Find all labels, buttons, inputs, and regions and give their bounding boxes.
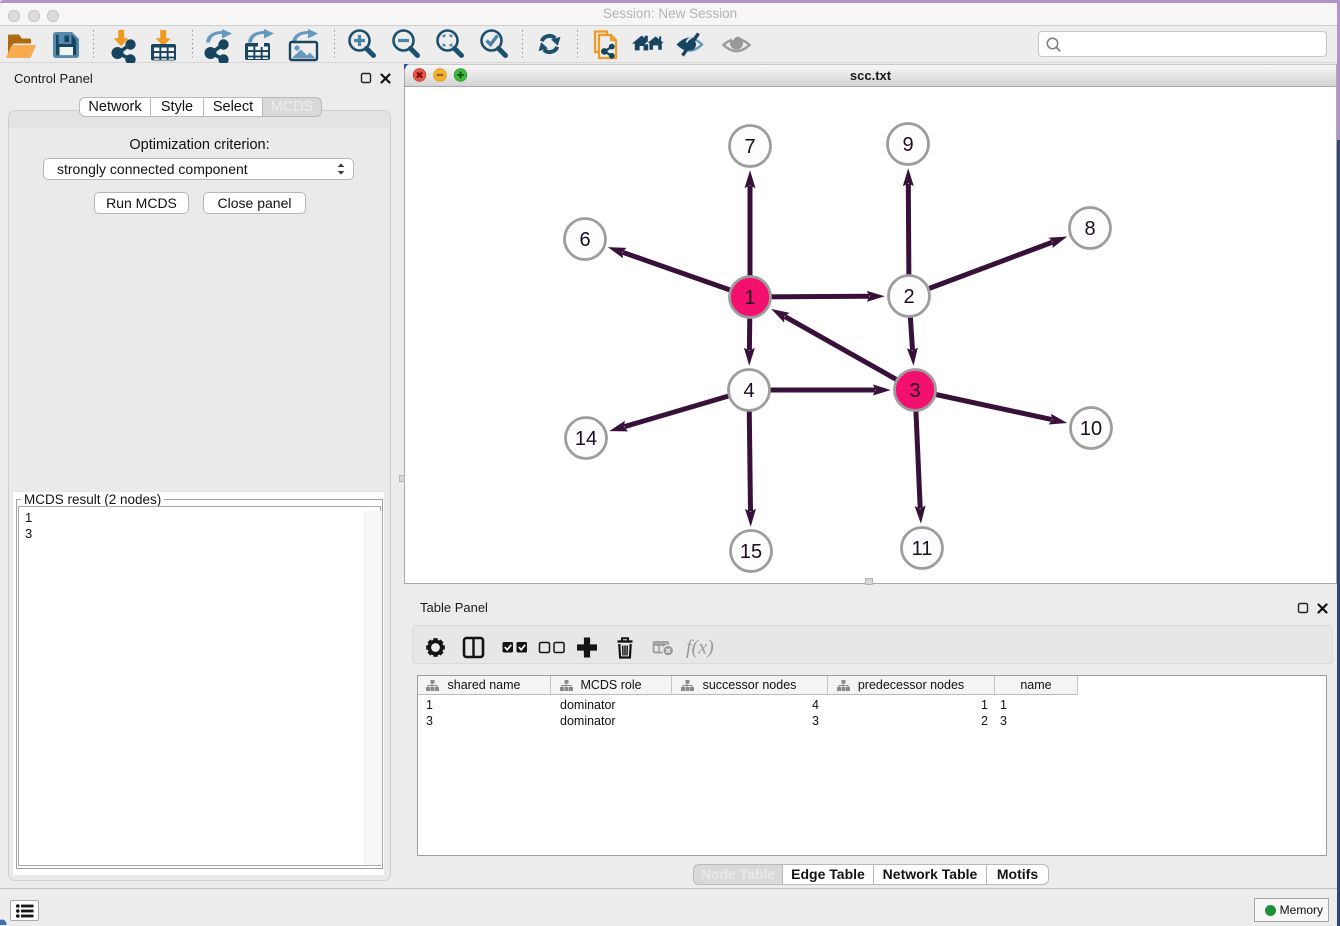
- svg-text:1: 1: [744, 287, 755, 309]
- svg-text:10: 10: [1080, 418, 1102, 440]
- svg-text:4: 4: [743, 380, 754, 402]
- svg-text:3: 3: [909, 380, 920, 402]
- svg-text:6: 6: [579, 229, 590, 251]
- svg-text:14: 14: [575, 428, 597, 450]
- svg-text:7: 7: [744, 136, 755, 158]
- svg-text:9: 9: [902, 134, 913, 156]
- svg-text:8: 8: [1084, 218, 1095, 240]
- svg-text:f(x): f(x): [686, 637, 714, 659]
- svg-text:15: 15: [740, 541, 762, 563]
- svg-text:11: 11: [912, 538, 933, 560]
- svg-text:2: 2: [903, 286, 914, 308]
